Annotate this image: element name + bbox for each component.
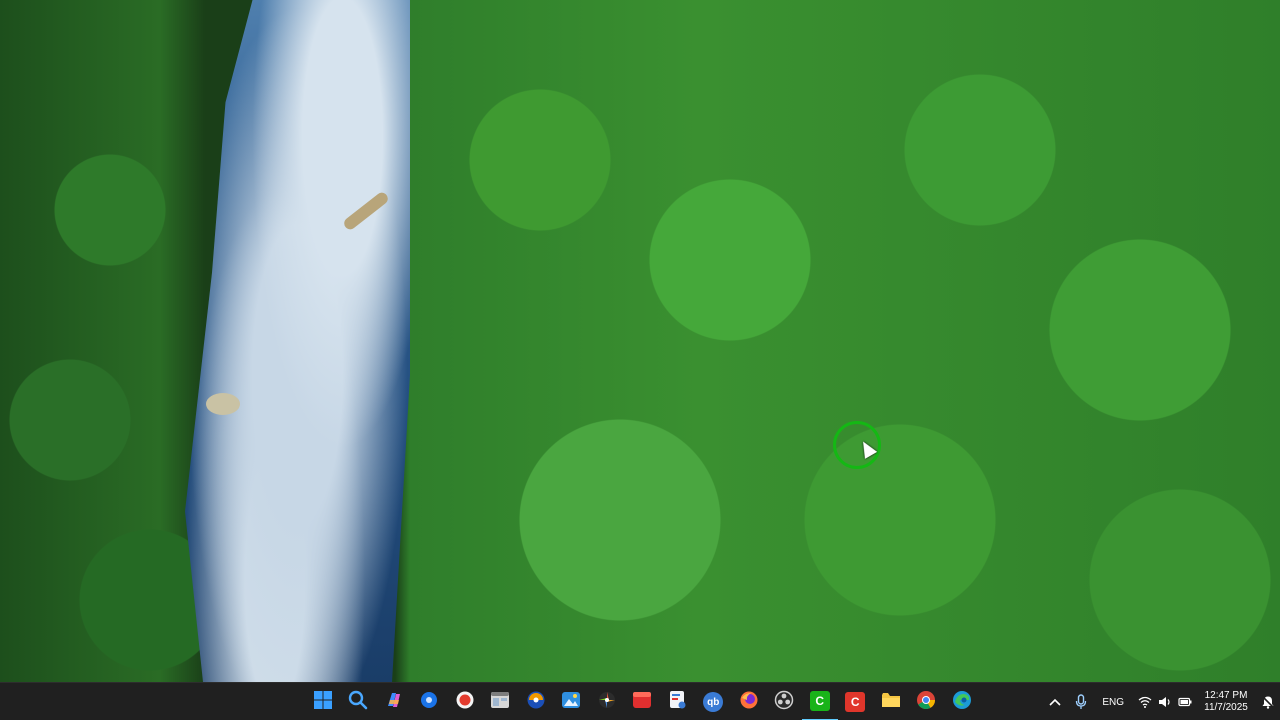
obs-button[interactable] [767, 683, 803, 720]
firefox-button[interactable] [731, 683, 767, 720]
folder-icon [881, 690, 901, 715]
language-indicator[interactable]: ENG [1094, 683, 1134, 720]
app-record-button[interactable] [447, 683, 483, 720]
window-manager-button[interactable] [483, 683, 519, 720]
edge-icon [952, 690, 972, 715]
window-icon [490, 690, 510, 715]
show-hidden-icons-button[interactable] [1042, 683, 1068, 720]
app-blue-circle-button[interactable] [412, 683, 448, 720]
file-explorer-button[interactable] [873, 683, 909, 720]
firefox-icon [739, 690, 759, 715]
network-volume-battery-button[interactable] [1134, 683, 1196, 720]
qbittorrent-button[interactable]: qb [696, 683, 732, 720]
wifi-icon [1138, 696, 1152, 708]
green-c-app-icon: C [809, 691, 830, 711]
chrome-icon [916, 690, 936, 715]
copilot-icon [384, 690, 404, 715]
snipping-tool-icon [668, 690, 688, 715]
photos-icon [561, 690, 581, 715]
volume-icon [1158, 696, 1172, 708]
windows-logo-icon [313, 690, 332, 714]
app-red-c-button[interactable]: C [838, 683, 874, 720]
desktop-wallpaper [0, 0, 1280, 682]
green-c-app-label: C [815, 694, 825, 708]
microphone-button[interactable] [1068, 683, 1094, 720]
app-orange-blue-button[interactable] [518, 683, 554, 720]
system-tray: ENG 12:47 PM 11/7/2025 [1042, 683, 1280, 720]
taskbar-pinned-apps: qb C C [305, 683, 980, 720]
app-red-window-button[interactable] [625, 683, 661, 720]
copilot-button[interactable] [376, 683, 412, 720]
app-colorwheel-button[interactable] [589, 683, 625, 720]
qb-icon-label: qb [707, 696, 720, 708]
chrome-button[interactable] [909, 683, 945, 720]
chevron-up-icon [1049, 697, 1061, 707]
clock-date: 11/7/2025 [1204, 702, 1248, 713]
battery-icon [1178, 696, 1192, 708]
notifications-button[interactable] [1256, 683, 1280, 720]
obs-icon [774, 690, 794, 715]
orange-blue-app-icon [526, 690, 546, 715]
red-c-app-icon: C [845, 692, 866, 712]
photos-button[interactable] [554, 683, 590, 720]
start-button[interactable] [305, 683, 341, 720]
app-green-c-button[interactable]: C [802, 683, 838, 720]
microphone-icon [1075, 694, 1087, 710]
wallpaper-rock [206, 393, 240, 415]
clock-button[interactable]: 12:47 PM 11/7/2025 [1196, 683, 1256, 720]
bell-icon [1261, 695, 1275, 709]
snipping-tool-button[interactable] [660, 683, 696, 720]
taskbar: qb C C ENG 12:47 PM 11/7/2025 [0, 682, 1280, 720]
red-window-icon [632, 690, 652, 715]
wallpaper-river [185, 0, 410, 682]
red-c-app-label: C [850, 695, 860, 709]
search-button[interactable] [341, 683, 377, 720]
edge-button[interactable] [944, 683, 980, 720]
search-icon [348, 690, 368, 715]
color-wheel-icon [597, 690, 617, 715]
qb-icon: qb [703, 692, 724, 712]
record-icon [455, 690, 475, 715]
clock-time: 12:47 PM [1204, 690, 1248, 701]
blue-circle-app-icon [420, 691, 438, 714]
